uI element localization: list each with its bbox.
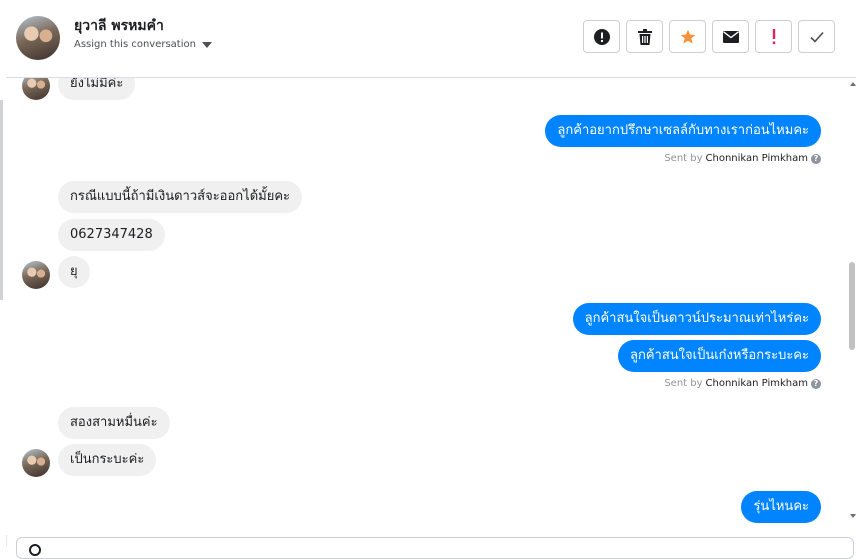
message-incoming: ยังไม่มีค่ะ	[58, 78, 136, 100]
help-icon[interactable]: ?	[811, 153, 821, 164]
conversation-actions	[583, 20, 835, 53]
message-incoming: กรณีแบบนี้ถ้ามีเงินดาวส์จะออกได้มั้ยคะ	[58, 181, 303, 213]
contact-avatar-small	[22, 78, 50, 100]
contact-name[interactable]: ยุวาลี พรหมคำ	[74, 15, 164, 37]
exclamation-circle-icon	[593, 28, 610, 45]
message-outgoing: ลูกค้าสนใจเป็นดาวน์ประมาณเท่าไหร่คะ	[572, 303, 821, 335]
envelope-icon	[722, 30, 739, 43]
checkmark-icon	[809, 31, 824, 43]
sent-by-prefix: Sent by	[664, 153, 703, 164]
assign-label: Assign this conversation	[74, 39, 196, 50]
message-incoming: สองสามหมื่นค่ะ	[58, 407, 170, 439]
exclamation-icon	[772, 28, 775, 44]
star-button[interactable]	[669, 20, 706, 53]
follow-up-button[interactable]	[755, 20, 792, 53]
reply-composer[interactable]	[16, 537, 854, 559]
message-incoming: 0627347428	[58, 219, 165, 251]
star-icon	[680, 29, 695, 44]
trash-icon	[637, 28, 652, 45]
sent-by-prefix: Sent by	[664, 378, 703, 389]
spam-button[interactable]	[583, 20, 620, 53]
contact-avatar[interactable]	[16, 16, 60, 60]
contact-avatar-small	[22, 261, 50, 289]
message-outgoing: ลูกค้าสนใจเป็นเก๋งหรือกระบะคะ	[618, 340, 821, 372]
done-button[interactable]	[798, 20, 835, 53]
message-thread: ยังไม่มีค่ะ ลูกค้าอยากปรึกษาเซลล์กับทางเ…	[6, 78, 844, 535]
scroll-down-icon[interactable]	[850, 514, 856, 518]
conversation-header: ยุวาลี พรหมคำ Assign this conversation	[6, 0, 856, 78]
message-incoming: เป็นกระบะค่ะ	[58, 444, 157, 476]
left-panel-scroll-mark	[0, 100, 3, 300]
contact-avatar-small	[22, 449, 50, 477]
assign-conversation-dropdown[interactable]: Assign this conversation	[74, 39, 212, 50]
help-icon[interactable]: ?	[811, 378, 821, 389]
sent-by-label: Sent by Chonnikan Pimkham ?	[664, 378, 821, 389]
message-outgoing: รุ่นไหนคะ	[741, 491, 821, 523]
sent-by-agent[interactable]: Chonnikan Pimkham	[706, 378, 808, 389]
delete-button[interactable]	[626, 20, 663, 53]
sent-by-agent[interactable]: Chonnikan Pimkham	[706, 153, 808, 164]
message-outgoing: ลูกค้าอยากปรึกษาเซลล์กับทางเราก่อนไหมคะ	[545, 115, 821, 147]
sent-by-label: Sent by Chonnikan Pimkham ?	[664, 153, 821, 164]
message-incoming: ยุ	[58, 256, 90, 288]
mark-unread-button[interactable]	[712, 20, 749, 53]
scrollbar-thumb[interactable]	[849, 262, 855, 350]
caret-down-icon	[201, 41, 212, 48]
scroll-up-icon[interactable]	[850, 82, 856, 86]
